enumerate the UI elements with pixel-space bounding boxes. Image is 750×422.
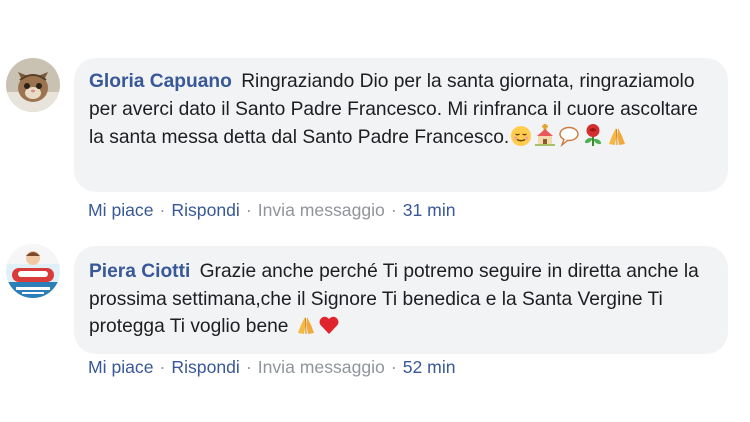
separator: · — [390, 200, 397, 220]
folded-hands-emoji — [606, 125, 628, 156]
rose-emoji — [581, 123, 605, 156]
like-link[interactable]: Mi piace — [88, 200, 154, 220]
comment-actions: Mi piace · Rispondi · Invia messaggio · 52 min — [88, 357, 456, 377]
separator: · — [159, 357, 166, 377]
send-message-link[interactable]: Invia messaggio — [258, 200, 385, 220]
comment-actions: Mi piace · Rispondi · Invia messaggio · 31 min — [88, 200, 456, 220]
timestamp[interactable]: 31 min — [403, 200, 456, 220]
relieved-face-emoji — [510, 125, 532, 156]
comment-item: Gloria Capuano Ringraziando Dio per la s… — [0, 0, 750, 230]
church-emoji — [533, 123, 557, 156]
timestamp[interactable]: 52 min — [403, 357, 456, 377]
separator: · — [390, 357, 397, 377]
comment-author[interactable]: Gloria Capuano — [89, 71, 237, 92]
folded-hands-emoji — [295, 314, 317, 345]
separator: · — [245, 357, 252, 377]
reply-link[interactable]: Rispondi — [171, 357, 239, 377]
speech-bubble-emoji — [558, 125, 580, 156]
reply-link[interactable]: Rispondi — [171, 200, 239, 220]
comment-item: Piera Ciotti Grazie anche perché Ti potr… — [0, 230, 750, 422]
avatar[interactable] — [6, 244, 60, 298]
comment-bubble: Piera Ciotti Grazie anche perché Ti potr… — [74, 246, 728, 354]
separator: · — [245, 200, 252, 220]
comment-author[interactable]: Piera Ciotti — [89, 261, 196, 282]
like-link[interactable]: Mi piace — [88, 357, 154, 377]
kitten-avatar-icon — [6, 58, 60, 112]
separator: · — [159, 200, 166, 220]
profile-picture-icon — [6, 244, 60, 298]
send-message-link[interactable]: Invia messaggio — [258, 357, 385, 377]
comment-bubble: Gloria Capuano Ringraziando Dio per la s… — [74, 58, 728, 192]
red-heart-emoji — [318, 314, 340, 345]
avatar[interactable] — [6, 58, 60, 112]
